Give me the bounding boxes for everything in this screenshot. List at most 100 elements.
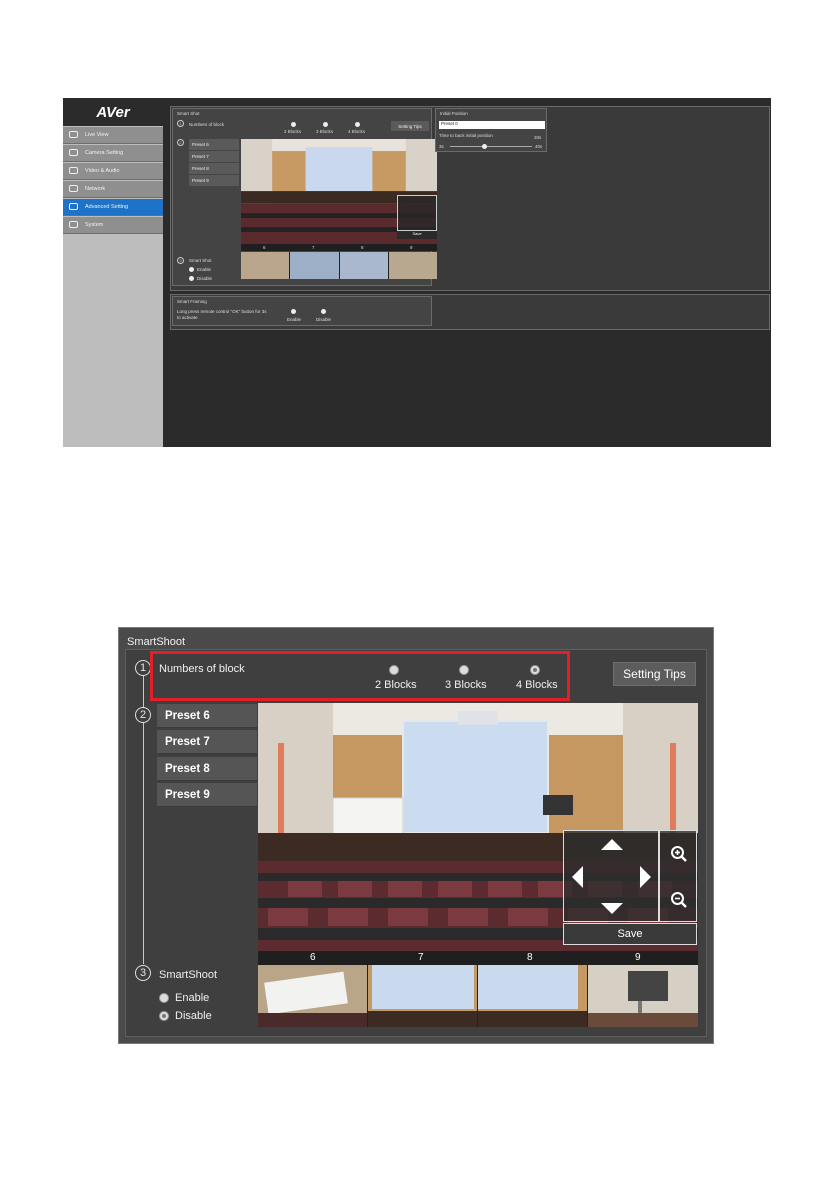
label-2-blocks-mini: 2 Blocks xyxy=(284,129,302,134)
label-4-blocks-mini: 4 Blocks xyxy=(348,129,366,134)
radio-framing-disable[interactable] xyxy=(321,309,326,314)
smartshoot-title: SmartShoot xyxy=(127,636,186,648)
radio-3-blocks-mini[interactable] xyxy=(323,122,328,127)
cam-number-7-mini: 7 xyxy=(312,245,315,250)
cam-number-8-mini: 8 xyxy=(361,245,364,250)
aver-logo: AVer xyxy=(63,98,163,126)
cam-number-6-mini: 6 xyxy=(263,245,266,250)
cam-number-8: 8 xyxy=(527,952,533,963)
thumbnail-8-mini[interactable] xyxy=(339,252,389,279)
enable-label-mini: Enable xyxy=(197,267,212,272)
enable-label: Enable xyxy=(175,992,210,1004)
time-current-value: 20s xyxy=(534,135,542,140)
step-2-mini: 2 xyxy=(177,139,184,146)
thumbnail-6-mini[interactable] xyxy=(241,252,291,279)
smartshoot-mini-panel: Smart Shot 1 Numbers of block 2 Blocks 3… xyxy=(172,108,437,286)
thumbnail-9-mini[interactable] xyxy=(388,252,437,279)
zoom-controls xyxy=(659,830,697,922)
cam-number-6: 6 xyxy=(310,952,316,963)
initial-position-select[interactable]: Preset 0 xyxy=(439,121,545,129)
sidebar-item-advanced-setting[interactable]: Advanced Setting xyxy=(63,198,163,216)
arrow-left-icon[interactable] xyxy=(572,866,583,888)
smart-framing-panel: Smart Framing Long press remote control … xyxy=(172,296,432,326)
preset-7-button[interactable]: Preset 7 xyxy=(157,730,257,754)
thumbnails-mini xyxy=(241,252,437,279)
cam-number-9: 9 xyxy=(635,952,641,963)
smart-framing-desc-2: to activate xyxy=(177,315,198,320)
numbers-of-block-highlight xyxy=(150,651,570,701)
camera-live-view[interactable]: Save xyxy=(258,703,698,965)
save-mini-button[interactable]: Save xyxy=(397,231,437,239)
preset-9-mini[interactable]: Preset 9 xyxy=(189,175,239,186)
thumbnail-7-mini[interactable] xyxy=(290,252,340,279)
sidebar: AVer Live View Camera Setting Video & Au… xyxy=(63,98,163,447)
arrow-down-icon[interactable] xyxy=(601,903,623,914)
sidebar-item-video-audio[interactable]: Video & Audio xyxy=(63,162,163,180)
radio-disable[interactable] xyxy=(159,1011,169,1021)
setting-tips-button[interactable]: Setting Tips xyxy=(613,662,696,686)
preset-8-button[interactable]: Preset 8 xyxy=(157,757,257,781)
camera-setting-icon xyxy=(69,149,78,157)
numbers-of-block-mini: Numbers of block xyxy=(189,122,225,127)
arrow-up-icon[interactable] xyxy=(601,839,623,850)
sidebar-item-camera-setting[interactable]: Camera Setting xyxy=(63,144,163,162)
sidebar-item-network[interactable]: Network xyxy=(63,180,163,198)
save-button[interactable]: Save xyxy=(563,923,697,945)
step-1-badge: 1 xyxy=(135,660,151,676)
step-1-mini: 1 xyxy=(177,120,184,127)
arrow-right-icon[interactable] xyxy=(640,866,651,888)
advanced-setting-icon xyxy=(69,203,78,211)
eye-icon xyxy=(69,131,78,139)
preset-7-mini[interactable]: Preset 7 xyxy=(189,151,239,162)
time-max-label: 40s xyxy=(535,144,543,149)
disable-label: Disable xyxy=(175,1010,212,1022)
smart-framing-title: Smart Framing xyxy=(177,299,207,304)
ptz-control-mini[interactable] xyxy=(397,195,437,231)
sidebar-item-live-view[interactable]: Live View xyxy=(63,126,163,144)
main-content: Smart Shot 1 Numbers of block 2 Blocks 3… xyxy=(163,98,771,447)
time-slider-handle[interactable] xyxy=(482,144,487,149)
preset-8-mini[interactable]: Preset 8 xyxy=(189,163,239,174)
smartshoot-label-mini: Smart Shot xyxy=(189,258,212,263)
overview-screenshot: AVer Live View Camera Setting Video & Au… xyxy=(63,98,771,447)
step-3-mini: 3 xyxy=(177,257,184,264)
system-icon xyxy=(69,221,78,229)
radio-4-blocks-mini[interactable] xyxy=(355,122,360,127)
step-2-badge: 2 xyxy=(135,707,151,723)
preset-6-button[interactable]: Preset 6 xyxy=(157,704,257,728)
camera-numbers-mini: 6 7 8 9 xyxy=(241,244,437,251)
zoom-in-icon[interactable] xyxy=(670,845,688,863)
thumbnail-preset-8[interactable] xyxy=(478,965,588,1027)
preset-thumbnails xyxy=(258,965,698,1027)
smart-framing-desc-1: Long press remote control "OK" button fo… xyxy=(177,309,267,314)
label-3-blocks-mini: 3 Blocks xyxy=(316,129,334,134)
video-audio-icon xyxy=(69,167,78,175)
radio-enable-mini[interactable] xyxy=(189,267,194,272)
initial-position-title: Initial Position xyxy=(440,111,468,116)
thumbnail-preset-7[interactable] xyxy=(368,965,478,1027)
setting-tips-mini-button[interactable]: Setting Tips xyxy=(391,121,429,131)
preset-6-mini[interactable]: Preset 6 xyxy=(189,139,239,150)
camera-view-mini: Save xyxy=(241,139,437,244)
framing-enable-label: Enable xyxy=(287,317,302,322)
cam-number-9-mini: 9 xyxy=(410,245,413,250)
time-min-label: 3s xyxy=(439,144,444,149)
disable-label-mini: Disable xyxy=(197,276,213,281)
sidebar-item-system[interactable]: System xyxy=(63,216,163,234)
radio-enable[interactable] xyxy=(159,993,169,1003)
smartshoot-mini-title: Smart Shot xyxy=(177,111,200,116)
time-to-back-label: Time to back initial position xyxy=(439,133,493,138)
smartshoot-label: SmartShoot xyxy=(159,969,218,981)
network-icon xyxy=(69,185,78,193)
radio-disable-mini[interactable] xyxy=(189,276,194,281)
radio-2-blocks-mini[interactable] xyxy=(291,122,296,127)
preset-9-button[interactable]: Preset 9 xyxy=(157,783,257,807)
cam-number-7: 7 xyxy=(418,952,424,963)
thumbnail-preset-9[interactable] xyxy=(588,965,698,1027)
time-slider-track[interactable] xyxy=(450,146,532,147)
step-3-badge: 3 xyxy=(135,965,151,981)
radio-framing-enable[interactable] xyxy=(291,309,296,314)
ptz-pad[interactable] xyxy=(563,830,659,922)
thumbnail-preset-6[interactable] xyxy=(258,965,368,1027)
zoom-out-icon[interactable] xyxy=(670,891,688,909)
